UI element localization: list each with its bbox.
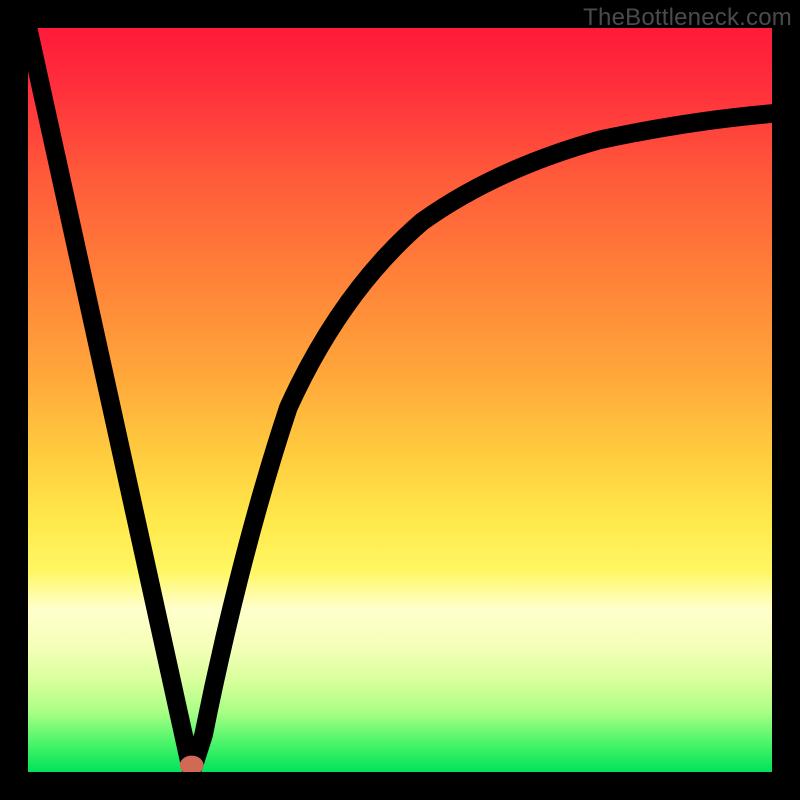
bottleneck-curve [28, 28, 772, 772]
chart-frame: TheBottleneck.com [0, 0, 800, 800]
chart-line-svg [28, 28, 772, 772]
watermark-text: TheBottleneck.com [583, 4, 792, 32]
plot-area [28, 28, 772, 772]
marker-dot [183, 759, 199, 771]
